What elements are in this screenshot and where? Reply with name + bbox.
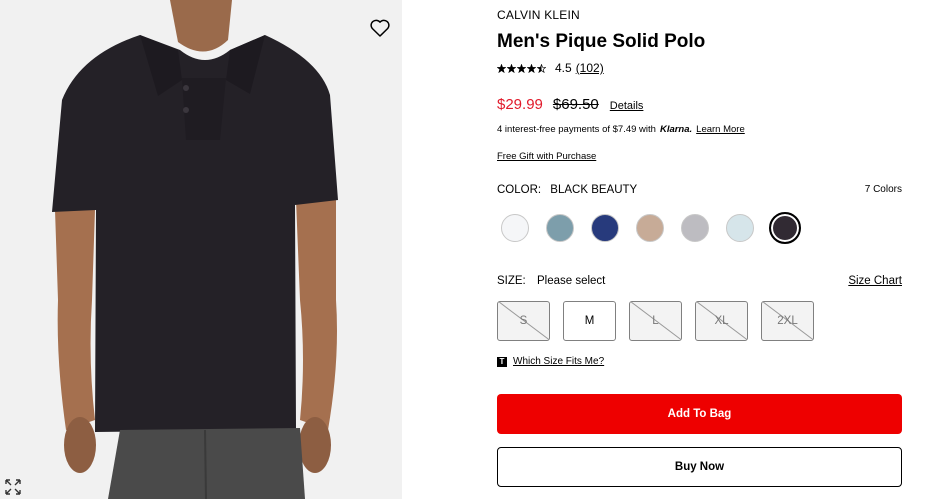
expand-icon[interactable]	[3, 477, 23, 497]
size-option-s[interactable]: S	[497, 301, 550, 341]
size-fit-helper[interactable]: T Which Size Fits Me?	[497, 356, 604, 367]
color-swatch[interactable]	[546, 214, 574, 242]
size-option-xl[interactable]: XL	[695, 301, 748, 341]
star-icon	[507, 63, 516, 73]
price-row: $29.99 $69.50 Details	[497, 96, 643, 113]
color-swatch[interactable]	[726, 214, 754, 242]
color-selector-header: COLOR: BLACK BEAUTY 7 Colors	[497, 184, 903, 196]
size-option-label: XL	[714, 315, 729, 327]
selected-color-name: BLACK BEAUTY	[550, 184, 638, 196]
original-price: $69.50	[552, 96, 599, 113]
size-option-label: M	[584, 315, 595, 327]
color-swatch[interactable]	[591, 214, 619, 242]
size-options: S M L XL 2XL	[497, 301, 827, 341]
add-to-bag-button[interactable]: Add To Bag	[497, 394, 902, 434]
size-option-label: L	[652, 315, 659, 327]
buy-now-button[interactable]: Buy Now	[497, 447, 902, 487]
color-swatch[interactable]	[501, 214, 529, 242]
size-label: SIZE:	[497, 275, 526, 287]
product-image-gallery	[0, 0, 402, 499]
size-fit-icon: T	[497, 356, 507, 367]
klarna-logo: Klarna.	[659, 124, 693, 135]
star-icon	[497, 63, 506, 73]
star-icon	[537, 63, 546, 73]
color-swatch[interactable]	[769, 212, 801, 244]
size-option-l[interactable]: L	[629, 301, 682, 341]
product-photo[interactable]	[0, 0, 402, 499]
size-option-2xl[interactable]: 2XL	[761, 301, 814, 341]
color-swatch[interactable]	[681, 214, 709, 242]
product-title: Men's Pique Solid Polo	[497, 31, 706, 52]
color-swatches	[501, 212, 818, 244]
rating-stars	[497, 63, 546, 73]
size-option-label: 2XL	[777, 315, 798, 327]
size-option-m[interactable]: M	[563, 301, 616, 341]
klarna-installments: 4 interest-free payments of $7.49 with K…	[497, 124, 745, 135]
product-rating[interactable]: 4.5 (102)	[497, 61, 604, 75]
size-option-label: S	[519, 315, 528, 327]
brand-name[interactable]: CALVIN KLEIN	[497, 8, 580, 22]
free-gift-link[interactable]: Free Gift with Purchase	[497, 151, 596, 162]
sale-price: $29.99	[497, 96, 543, 113]
size-prompt: Please select	[536, 275, 606, 287]
size-selector-header: SIZE: Please select Size Chart	[497, 275, 903, 287]
star-icon	[527, 63, 536, 73]
size-chart-link[interactable]: Size Chart	[848, 275, 902, 287]
klarna-text: 4 interest-free payments of $7.49 with	[497, 124, 656, 135]
which-size-fits-link[interactable]: Which Size Fits Me?	[513, 356, 604, 367]
color-label: COLOR:	[497, 184, 542, 196]
star-icon	[517, 63, 526, 73]
favorite-heart-icon[interactable]	[368, 16, 392, 40]
rating-score: 4.5	[555, 61, 572, 75]
review-count-link[interactable]: (102)	[576, 61, 604, 75]
klarna-learn-more-link[interactable]: Learn More	[696, 124, 745, 135]
color-count: 7 Colors	[864, 184, 902, 195]
color-swatch[interactable]	[636, 214, 664, 242]
price-details-link[interactable]: Details	[610, 100, 644, 112]
